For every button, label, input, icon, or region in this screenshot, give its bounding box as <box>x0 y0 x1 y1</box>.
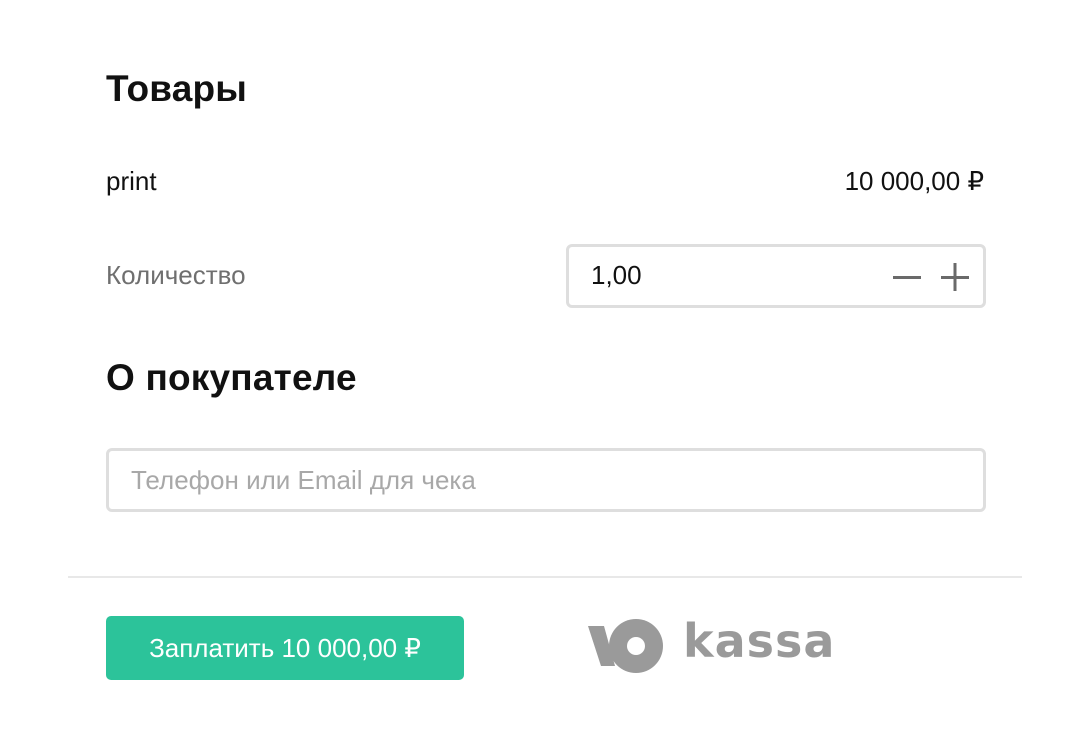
quantity-stepper[interactable]: 1,00 <box>566 244 986 308</box>
yookassa-logo: kassa <box>588 614 834 679</box>
quantity-value[interactable]: 1,00 <box>591 260 642 291</box>
item-price: 10 000,00 ₽ <box>844 166 984 196</box>
goods-section-title: Товары <box>106 68 248 109</box>
contact-field[interactable] <box>106 448 986 512</box>
minus-icon[interactable] <box>891 261 923 293</box>
logo-text: kassa <box>683 614 836 668</box>
item-name: print <box>106 166 157 196</box>
quantity-label: Количество <box>106 260 246 290</box>
divider <box>68 576 1022 578</box>
buyer-section-title: О покупателе <box>106 357 357 398</box>
payment-form: Товары print 10 000,00 ₽ Количество 1,00… <box>0 0 1074 748</box>
plus-icon[interactable] <box>939 261 971 293</box>
pay-button[interactable]: Заплатить 10 000,00 ₽ <box>106 616 464 680</box>
yoo-logo-icon <box>588 618 666 679</box>
